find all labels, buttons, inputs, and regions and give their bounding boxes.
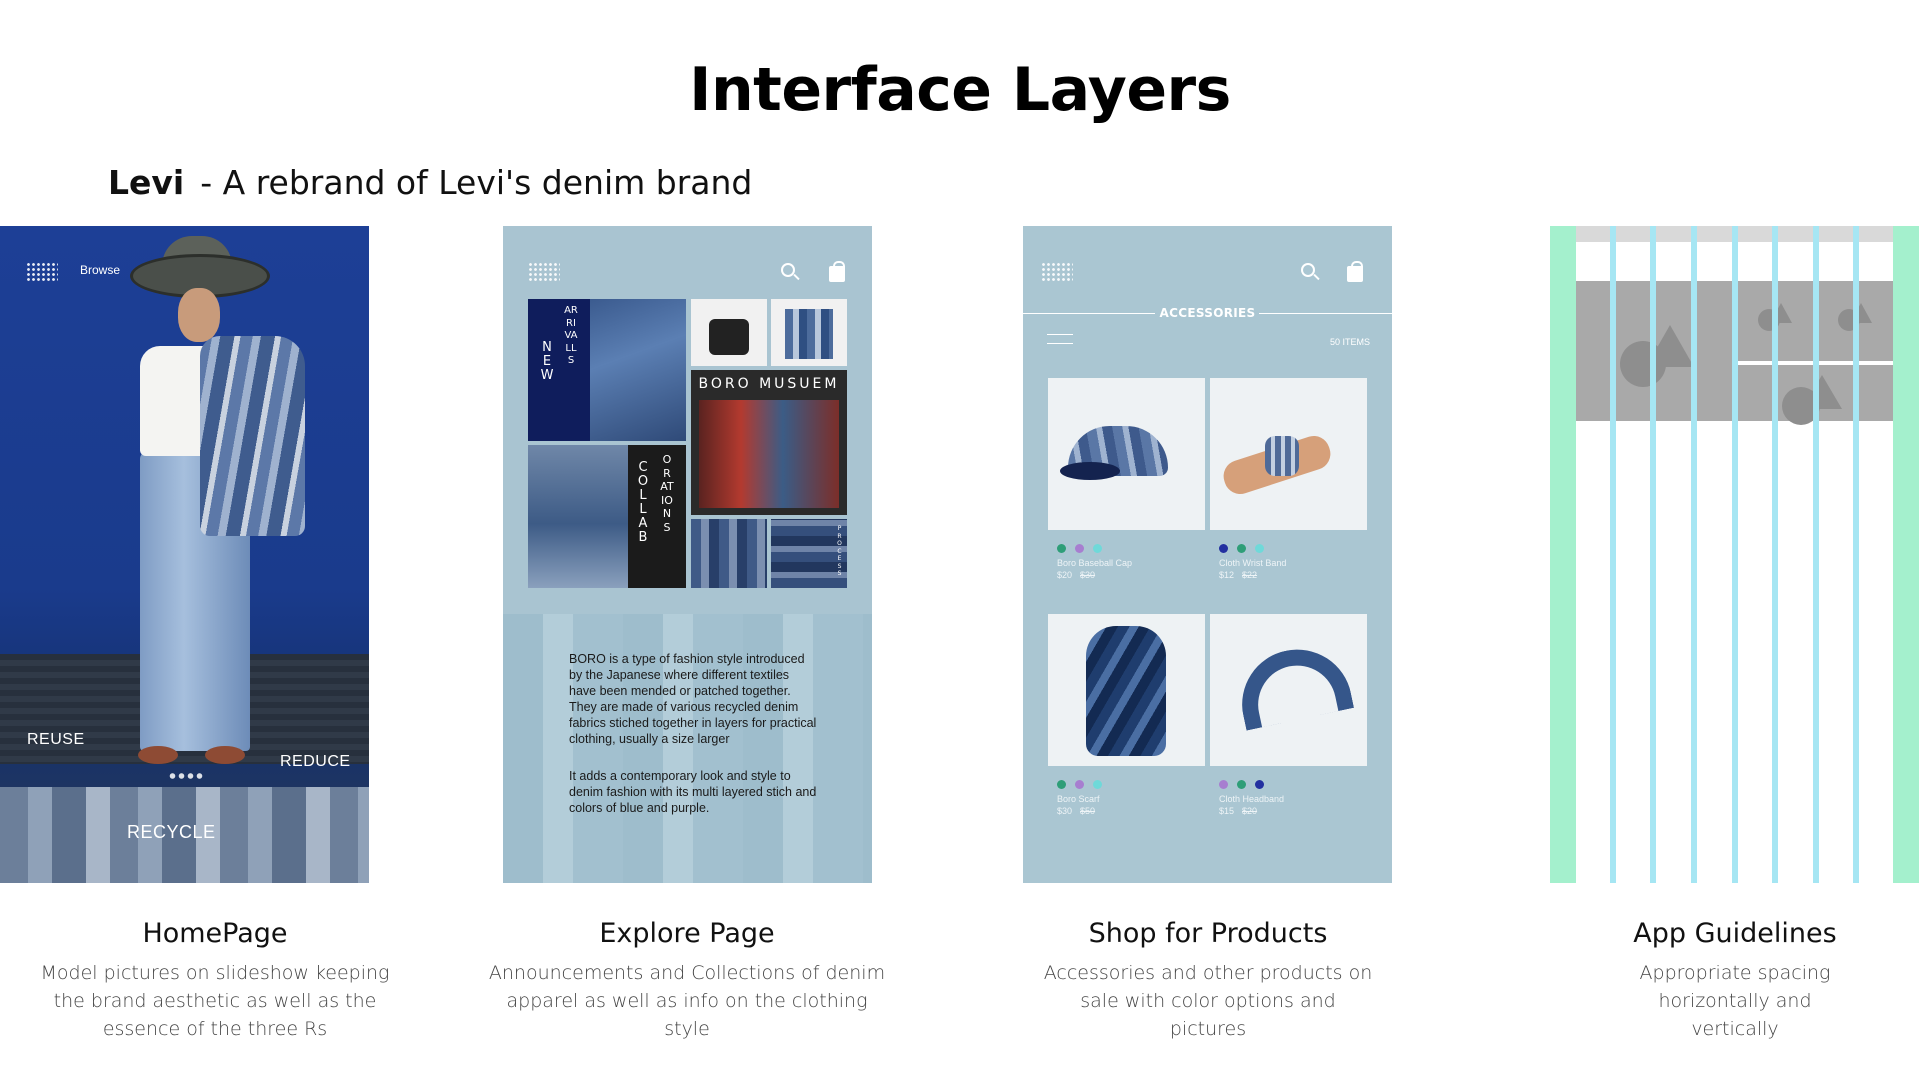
grid-column xyxy=(1732,226,1738,883)
product-old-price: $20 xyxy=(1242,806,1258,816)
new-arrivals-tile[interactable]: NEW ARRIVALLS xyxy=(528,299,686,441)
boro-museum-tile[interactable]: BORO MUSUEM xyxy=(691,370,847,515)
product-card-headband[interactable] xyxy=(1210,614,1367,766)
caption-title: Explore Page xyxy=(599,918,775,949)
collab-word-1: COLLAB xyxy=(637,460,649,545)
placeholder-image-icon xyxy=(1802,375,1842,409)
product-card-scarf[interactable] xyxy=(1048,614,1205,766)
menu-dots-icon[interactable] xyxy=(26,262,58,282)
caption-title: Shop for Products xyxy=(1088,918,1328,949)
search-icon[interactable] xyxy=(1301,263,1315,277)
product-name: Boro Baseball Cap xyxy=(1057,558,1133,568)
slideshow-dots[interactable] xyxy=(168,772,204,780)
subtitle-text: - A rebrand of Levi's denim brand xyxy=(200,163,753,202)
product-price: $30 xyxy=(1057,806,1073,816)
product-card-cap[interactable] xyxy=(1048,378,1205,530)
color-swatch[interactable] xyxy=(1057,780,1066,789)
reuse-label[interactable]: REUSE xyxy=(27,731,85,749)
grid-column xyxy=(1853,226,1859,883)
caption-guidelines: App Guidelines Appropriate spacing horiz… xyxy=(1505,918,1920,1043)
product-name: Boro Scarf xyxy=(1057,794,1100,804)
shirt-product-tile[interactable] xyxy=(771,299,847,366)
collaborations-tile[interactable]: COLLAB ORATIONS xyxy=(528,445,686,588)
back-arrow-icon[interactable] xyxy=(1047,334,1073,344)
menu-dots-icon[interactable] xyxy=(528,262,560,282)
process-tile[interactable]: PROCESS xyxy=(771,519,847,588)
color-swatch[interactable] xyxy=(1075,780,1084,789)
product-info: Boro Baseball Cap $20 $30 xyxy=(1057,557,1132,581)
product-price: $15 xyxy=(1219,806,1235,816)
recycle-label[interactable]: RECYCLE xyxy=(127,822,216,843)
grid-margin-right xyxy=(1893,226,1919,883)
color-swatches[interactable] xyxy=(1057,780,1102,789)
bag-product-tile[interactable] xyxy=(691,299,767,366)
new-arrivals-word-2: ARRIVALLS xyxy=(564,305,578,366)
caption-description: Model pictures on slideshow keeping the … xyxy=(40,962,390,1040)
color-swatch[interactable] xyxy=(1255,780,1264,789)
caption-description: Appropriate spacing horizontally and ver… xyxy=(1639,962,1831,1040)
product-info: Cloth Headband $15 $20 xyxy=(1219,793,1284,817)
product-old-price: $50 xyxy=(1080,806,1096,816)
color-swatch[interactable] xyxy=(1075,544,1084,553)
explore-page-mockup: NEW ARRIVALLS BORO MUSUEM COLLAB ORATION… xyxy=(503,226,872,883)
color-swatch[interactable] xyxy=(1093,780,1102,789)
shopping-bag-icon[interactable] xyxy=(829,261,845,282)
color-swatches[interactable] xyxy=(1219,544,1264,553)
title-rule-right xyxy=(1259,313,1392,314)
caption-homepage: HomePage Model pictures on slideshow kee… xyxy=(0,918,445,1043)
boro-info-section: BORO is a type of fashion style introduc… xyxy=(503,614,872,883)
color-swatches[interactable] xyxy=(1219,780,1264,789)
boro-museum-title: BORO MUSUEM xyxy=(698,376,840,392)
grid-column xyxy=(1772,226,1778,883)
color-swatch[interactable] xyxy=(1237,544,1246,553)
color-swatch[interactable] xyxy=(1255,544,1264,553)
product-price: $20 xyxy=(1057,570,1073,580)
color-swatch[interactable] xyxy=(1093,544,1102,553)
caption-description: Announcements and Collections of denim a… xyxy=(488,962,886,1040)
collab-word-2: ORATIONS xyxy=(660,453,674,534)
product-info: Cloth Wrist Band $12 $22 xyxy=(1219,557,1286,581)
reduce-label[interactable]: REDUCE xyxy=(280,753,351,771)
color-swatches[interactable] xyxy=(1057,544,1102,553)
grid-column xyxy=(1610,226,1616,883)
color-swatch[interactable] xyxy=(1219,544,1228,553)
caption-explore: Explore Page Announcements and Collectio… xyxy=(457,918,917,1043)
product-old-price: $30 xyxy=(1080,570,1096,580)
homepage-mockup: Browse REUSE REDUCE RECYCLE xyxy=(0,226,369,883)
product-name: Cloth Headband xyxy=(1219,794,1285,804)
brand-name: Levi xyxy=(108,163,185,202)
page-subtitle: Levi - A rebrand of Levi's denim brand xyxy=(108,163,752,202)
menu-dots-icon[interactable] xyxy=(1041,262,1073,282)
product-price: $12 xyxy=(1219,570,1235,580)
shopping-bag-icon[interactable] xyxy=(1347,261,1363,282)
grid-column xyxy=(1813,226,1819,883)
caption-title: App Guidelines xyxy=(1633,918,1837,949)
grid-margin-left xyxy=(1550,226,1576,883)
new-arrivals-word-1: NEW xyxy=(540,340,554,383)
color-swatch[interactable] xyxy=(1057,544,1066,553)
caption-shop: Shop for Products Accessories and other … xyxy=(978,918,1438,1043)
product-info: Boro Scarf $30 $50 xyxy=(1057,793,1100,817)
color-swatch[interactable] xyxy=(1237,780,1246,789)
app-guidelines-mockup xyxy=(1550,226,1919,883)
product-old-price: $22 xyxy=(1242,570,1258,580)
page-title: Interface Layers xyxy=(689,55,1231,125)
boro-paragraph-1: BORO is a type of fashion style introduc… xyxy=(569,652,817,746)
caption-title: HomePage xyxy=(142,918,288,949)
product-card-wristband[interactable] xyxy=(1210,378,1367,530)
boro-paragraph-2: It adds a contemporary look and style to… xyxy=(569,769,817,815)
shop-page-mockup: ACCESSORIES 50 ITEMS Boro Baseball Cap $… xyxy=(1023,226,1392,883)
process-label: PROCESS xyxy=(837,525,842,577)
item-count: 50 ITEMS xyxy=(1329,337,1370,347)
product-name: Cloth Wrist Band xyxy=(1219,558,1287,568)
grid-column xyxy=(1691,226,1697,883)
color-swatch[interactable] xyxy=(1219,780,1228,789)
caption-description: Accessories and other products on sale w… xyxy=(1043,962,1373,1040)
model-photo xyxy=(110,236,310,776)
search-icon[interactable] xyxy=(781,263,795,277)
fabric-tile-1[interactable] xyxy=(691,519,767,588)
grid-column xyxy=(1650,226,1656,883)
